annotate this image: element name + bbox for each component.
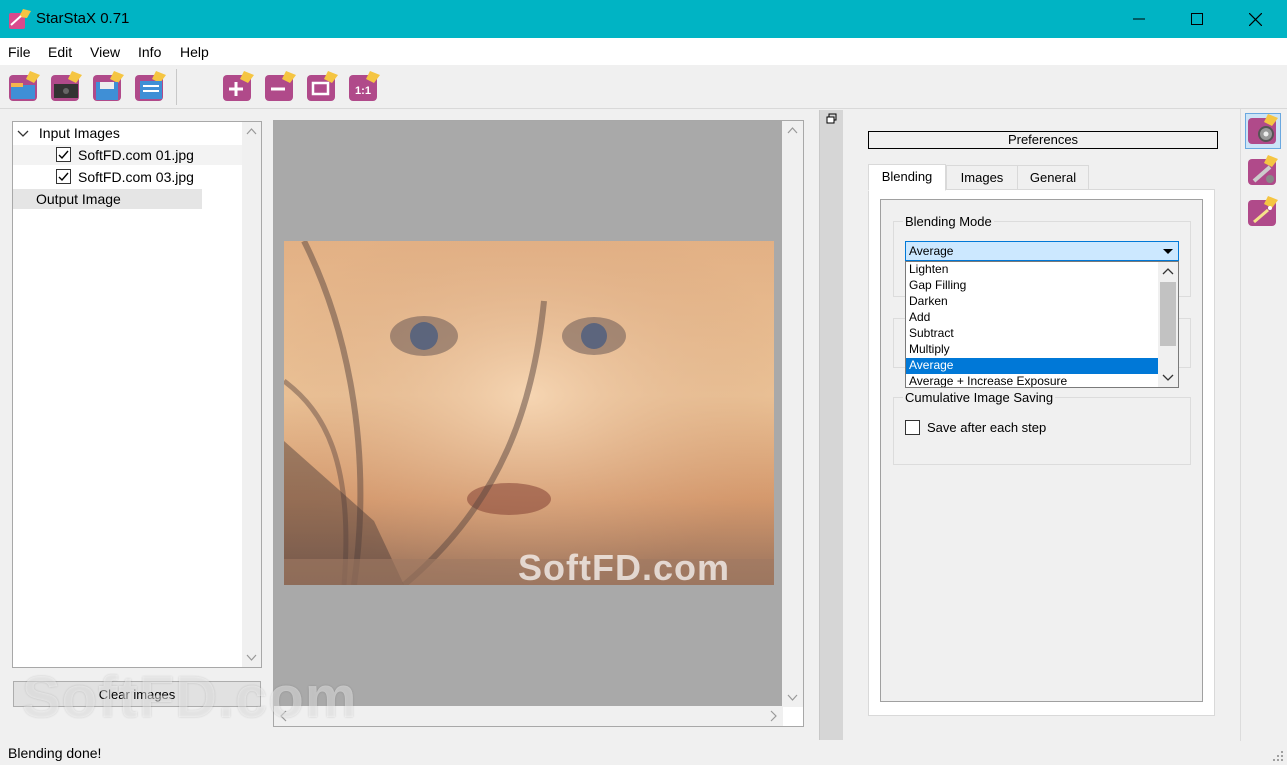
zoom-in-icon[interactable]: [220, 69, 256, 105]
menu-bar: File Edit View Info Help: [0, 38, 1287, 65]
file-name: SoftFD.com 01.jpg: [78, 147, 194, 163]
blending-option-subtract[interactable]: Subtract: [906, 326, 1159, 342]
blending-option-multiply[interactable]: Multiply: [906, 342, 1159, 358]
menu-file[interactable]: File: [8, 44, 31, 60]
maximize-icon: [1191, 13, 1203, 25]
fit-to-window-icon[interactable]: [304, 69, 340, 105]
blending-option-average-increase-exposure[interactable]: Average + Increase Exposure: [906, 374, 1159, 387]
magic-wand-icon[interactable]: [1246, 196, 1280, 230]
tab-images[interactable]: Images: [946, 165, 1018, 190]
title-bar: StarStaX 0.71: [0, 0, 1287, 38]
close-icon: [1248, 12, 1262, 26]
toolbar-separator: [176, 69, 177, 105]
preferences-gear-icon[interactable]: [1245, 113, 1281, 149]
blended-output-image: [284, 241, 774, 585]
tab-general[interactable]: General: [1017, 165, 1089, 190]
undock-icon[interactable]: [826, 113, 838, 125]
save-after-each-step-checkbox[interactable]: [905, 420, 920, 435]
menu-help[interactable]: Help: [180, 44, 209, 60]
image-viewer[interactable]: [273, 120, 804, 727]
stack-icon[interactable]: [132, 69, 168, 105]
blending-option-lighten[interactable]: Lighten: [906, 262, 1159, 278]
blending-mode-value: Average: [909, 244, 954, 258]
menu-view[interactable]: View: [90, 44, 120, 60]
dropdown-scrollbar[interactable]: [1158, 262, 1178, 387]
blending-mode-select[interactable]: Average: [905, 241, 1179, 261]
minimize-icon: [1133, 18, 1145, 20]
blending-option-darken[interactable]: Darken: [906, 294, 1159, 310]
check-icon: [58, 172, 69, 182]
blending-option-gap-filling[interactable]: Gap Filling: [906, 278, 1159, 294]
maximize-button[interactable]: [1168, 0, 1226, 38]
app-logo-icon: [9, 9, 31, 29]
image-canvas: [274, 121, 783, 707]
file-checkbox[interactable]: [56, 169, 71, 184]
dropdown-scroll-thumb[interactable]: [1160, 282, 1176, 346]
scroll-down-icon[interactable]: [242, 649, 261, 665]
save-after-each-step-label: Save after each step: [927, 420, 1047, 435]
menu-info[interactable]: Info: [138, 44, 161, 60]
tab-blending[interactable]: Blending: [868, 164, 946, 191]
scroll-up-icon[interactable]: [782, 123, 803, 139]
window-title: StarStaX 0.71: [36, 10, 130, 27]
blending-mode-label: Blending Mode: [903, 214, 994, 229]
scroll-right-icon[interactable]: [765, 706, 781, 726]
actual-size-label: 1:1: [355, 85, 371, 97]
resize-grip-icon[interactable]: [1272, 750, 1284, 762]
tree-file-item[interactable]: SoftFD.com 01.jpg: [13, 145, 242, 165]
scroll-down-icon[interactable]: [782, 689, 803, 705]
actual-size-icon[interactable]: 1:1: [346, 69, 382, 105]
minimize-button[interactable]: [1110, 0, 1168, 38]
blending-mode-dropdown[interactable]: Lighten Gap Filling Darken Add Subtract …: [905, 261, 1179, 388]
panel-splitter[interactable]: [819, 110, 843, 740]
blending-option-average[interactable]: Average: [906, 358, 1159, 374]
scroll-up-icon[interactable]: [1158, 264, 1178, 280]
watermark-page: SoftFD.com: [22, 665, 358, 730]
scroll-down-icon[interactable]: [1158, 369, 1178, 385]
save-image-icon[interactable]: [90, 69, 126, 105]
preferences-header: Preferences: [868, 131, 1218, 149]
scroll-up-icon[interactable]: [242, 124, 261, 140]
toolbar: 1:1: [0, 65, 1287, 109]
close-button[interactable]: [1226, 0, 1284, 38]
open-images-icon[interactable]: [6, 69, 42, 105]
blending-option-add[interactable]: Add: [906, 310, 1159, 326]
chevron-down-icon[interactable]: [17, 128, 29, 140]
input-images-tree[interactable]: Input Images SoftFD.com 01.jpg SoftFD.co…: [12, 121, 262, 668]
tree-node-input-images[interactable]: Input Images: [17, 123, 120, 143]
file-name: SoftFD.com 03.jpg: [78, 169, 194, 185]
status-text: Blending done!: [8, 745, 102, 761]
check-icon: [58, 150, 69, 160]
viewer-vertical-scrollbar[interactable]: [782, 121, 803, 707]
zoom-out-icon[interactable]: [262, 69, 298, 105]
open-darkframe-icon[interactable]: [48, 69, 84, 105]
tree-label-input-images: Input Images: [38, 125, 120, 141]
dropdown-arrow-icon[interactable]: [1163, 249, 1173, 255]
tree-node-output-image[interactable]: Output Image: [13, 189, 202, 209]
tools-icon[interactable]: [1246, 155, 1280, 189]
watermark-image: SoftFD.com: [518, 547, 730, 588]
tree-file-item[interactable]: SoftFD.com 03.jpg: [13, 167, 242, 187]
cumulative-saving-label: Cumulative Image Saving: [903, 390, 1056, 405]
tree-scrollbar[interactable]: [242, 122, 261, 667]
file-checkbox[interactable]: [56, 147, 71, 162]
menu-edit[interactable]: Edit: [48, 44, 72, 60]
status-bar: Blending done!: [0, 741, 1287, 765]
